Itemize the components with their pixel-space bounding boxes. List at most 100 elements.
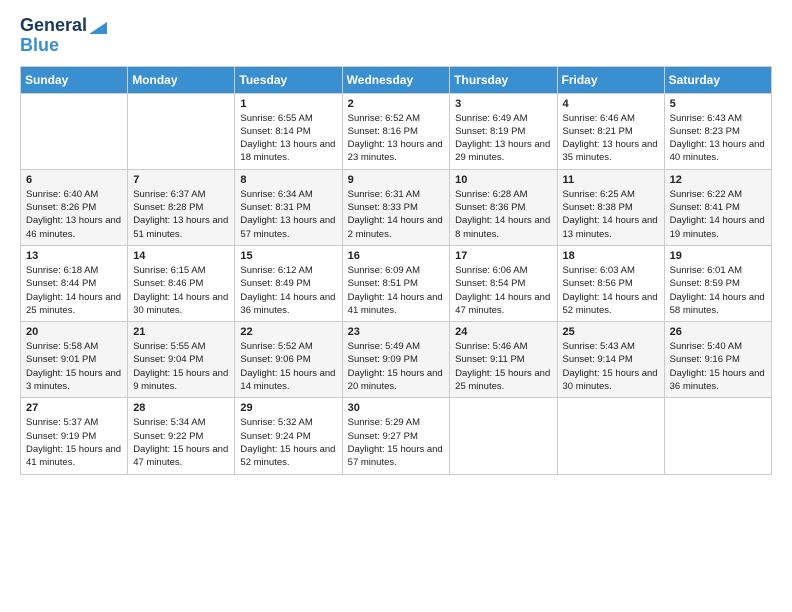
calendar-cell: 3Sunrise: 6:49 AM Sunset: 8:19 PM Daylig… [450,93,557,169]
page: General Blue SundayMondayTuesdayWednesda… [0,0,792,612]
calendar-cell: 18Sunrise: 6:03 AM Sunset: 8:56 PM Dayli… [557,245,664,321]
calendar-cell [450,398,557,474]
calendar-header-row: SundayMondayTuesdayWednesdayThursdayFrid… [21,66,772,93]
day-info: Sunrise: 5:37 AM Sunset: 9:19 PM Dayligh… [26,416,122,469]
calendar-cell: 8Sunrise: 6:34 AM Sunset: 8:31 PM Daylig… [235,169,342,245]
calendar-week-4: 20 Sunrise: 5:58 AM Sunset: 9:01 PM Dayli… [21,322,772,398]
calendar-cell [21,93,128,169]
day-header-tuesday: Tuesday [235,66,342,93]
day-number: 27 [26,402,122,414]
calendar-cell: 1 Sunrise: 6:55 AM Sunset: 8:14 PM Daylig… [235,93,342,169]
day-number: 10 [455,174,551,186]
day-number: 28 [133,402,229,414]
day-number: 17 [455,250,551,262]
day-number: 20 [26,326,122,338]
day-info: Sunrise: 6:49 AM Sunset: 8:19 PM Dayligh… [455,112,551,165]
day-number: 2 [348,98,445,110]
day-number: 6 [26,174,122,186]
day-number: 23 [348,326,445,338]
calendar-cell: 5 Sunrise: 6:43 AM Sunset: 8:23 PM Daylig… [664,93,771,169]
day-info: Sunrise: 5:58 AM Sunset: 9:01 PM Dayligh… [26,340,122,393]
calendar-cell: 25 Sunrise: 5:43 AM Sunset: 9:14 PM Dayli… [557,322,664,398]
day-number: 26 [670,326,766,338]
calendar-cell: 7Sunrise: 6:37 AM Sunset: 8:28 PM Daylig… [128,169,235,245]
day-info: Sunrise: 6:28 AM Sunset: 8:36 PM Dayligh… [455,188,551,241]
day-number: 21 [133,326,229,338]
day-info: Sunrise: 6:09 AM Sunset: 8:51 PM Dayligh… [348,264,445,317]
calendar-cell: 6Sunrise: 6:40 AM Sunset: 8:26 PM Daylig… [21,169,128,245]
calendar-table: SundayMondayTuesdayWednesdayThursdayFrid… [20,66,772,475]
day-number: 14 [133,250,229,262]
calendar-cell [128,93,235,169]
day-number: 9 [348,174,445,186]
day-info: Sunrise: 6:06 AM Sunset: 8:54 PM Dayligh… [455,264,551,317]
calendar-week-5: 27 Sunrise: 5:37 AM Sunset: 9:19 PM Dayli… [21,398,772,474]
day-number: 5 [670,98,766,110]
day-info: Sunrise: 6:15 AM Sunset: 8:46 PM Dayligh… [133,264,229,317]
calendar-cell: 28 Sunrise: 5:34 AM Sunset: 9:22 PM Dayli… [128,398,235,474]
day-info: Sunrise: 5:32 AM Sunset: 9:24 PM Dayligh… [240,416,336,469]
calendar-cell: 22 Sunrise: 5:52 AM Sunset: 9:06 PM Dayli… [235,322,342,398]
calendar-week-2: 6Sunrise: 6:40 AM Sunset: 8:26 PM Daylig… [21,169,772,245]
day-info: Sunrise: 5:29 AM Sunset: 9:27 PM Dayligh… [348,416,445,469]
day-number: 25 [563,326,659,338]
day-number: 24 [455,326,551,338]
calendar-cell: 23 Sunrise: 5:49 AM Sunset: 9:09 PM Dayli… [342,322,450,398]
day-info: Sunrise: 5:46 AM Sunset: 9:11 PM Dayligh… [455,340,551,393]
day-number: 22 [240,326,336,338]
day-info: Sunrise: 6:46 AM Sunset: 8:21 PM Dayligh… [563,112,659,165]
day-number: 15 [240,250,336,262]
day-number: 13 [26,250,122,262]
day-header-saturday: Saturday [664,66,771,93]
calendar-cell: 14 Sunrise: 6:15 AM Sunset: 8:46 PM Dayli… [128,245,235,321]
calendar-cell: 20 Sunrise: 5:58 AM Sunset: 9:01 PM Dayli… [21,322,128,398]
calendar-cell: 9 Sunrise: 6:31 AM Sunset: 8:33 PM Daylig… [342,169,450,245]
calendar-cell [557,398,664,474]
day-info: Sunrise: 5:49 AM Sunset: 9:09 PM Dayligh… [348,340,445,393]
day-number: 7 [133,174,229,186]
day-header-thursday: Thursday [450,66,557,93]
calendar-cell: 12 Sunrise: 6:22 AM Sunset: 8:41 PM Dayli… [664,169,771,245]
day-info: Sunrise: 6:31 AM Sunset: 8:33 PM Dayligh… [348,188,445,241]
calendar-cell: 29 Sunrise: 5:32 AM Sunset: 9:24 PM Dayli… [235,398,342,474]
day-info: Sunrise: 6:01 AM Sunset: 8:59 PM Dayligh… [670,264,766,317]
day-header-monday: Monday [128,66,235,93]
header: General Blue [20,16,772,56]
day-number: 4 [563,98,659,110]
day-info: Sunrise: 6:03 AM Sunset: 8:56 PM Dayligh… [563,264,659,317]
day-info: Sunrise: 6:34 AM Sunset: 8:31 PM Dayligh… [240,188,336,241]
calendar-week-3: 13Sunrise: 6:18 AM Sunset: 8:44 PM Dayli… [21,245,772,321]
logo: General Blue [20,16,107,56]
calendar-cell: 24 Sunrise: 5:46 AM Sunset: 9:11 PM Dayli… [450,322,557,398]
day-number: 12 [670,174,766,186]
calendar-week-1: 1 Sunrise: 6:55 AM Sunset: 8:14 PM Daylig… [21,93,772,169]
day-number: 29 [240,402,336,414]
calendar-cell [664,398,771,474]
day-info: Sunrise: 6:43 AM Sunset: 8:23 PM Dayligh… [670,112,766,165]
day-header-friday: Friday [557,66,664,93]
day-info: Sunrise: 5:40 AM Sunset: 9:16 PM Dayligh… [670,340,766,393]
calendar-cell: 4 Sunrise: 6:46 AM Sunset: 8:21 PM Daylig… [557,93,664,169]
day-info: Sunrise: 6:12 AM Sunset: 8:49 PM Dayligh… [240,264,336,317]
day-info: Sunrise: 5:43 AM Sunset: 9:14 PM Dayligh… [563,340,659,393]
day-header-sunday: Sunday [21,66,128,93]
day-header-wednesday: Wednesday [342,66,450,93]
day-number: 30 [348,402,445,414]
day-info: Sunrise: 5:52 AM Sunset: 9:06 PM Dayligh… [240,340,336,393]
calendar-cell: 26 Sunrise: 5:40 AM Sunset: 9:16 PM Dayli… [664,322,771,398]
day-info: Sunrise: 5:34 AM Sunset: 9:22 PM Dayligh… [133,416,229,469]
day-info: Sunrise: 6:52 AM Sunset: 8:16 PM Dayligh… [348,112,445,165]
calendar-cell: 21Sunrise: 5:55 AM Sunset: 9:04 PM Dayli… [128,322,235,398]
calendar-cell: 27 Sunrise: 5:37 AM Sunset: 9:19 PM Dayli… [21,398,128,474]
day-number: 11 [563,174,659,186]
calendar-cell: 16Sunrise: 6:09 AM Sunset: 8:51 PM Dayli… [342,245,450,321]
day-info: Sunrise: 6:55 AM Sunset: 8:14 PM Dayligh… [240,112,336,165]
calendar-cell: 10 Sunrise: 6:28 AM Sunset: 8:36 PM Dayli… [450,169,557,245]
day-info: Sunrise: 6:22 AM Sunset: 8:41 PM Dayligh… [670,188,766,241]
calendar-cell: 19 Sunrise: 6:01 AM Sunset: 8:59 PM Dayli… [664,245,771,321]
day-info: Sunrise: 6:25 AM Sunset: 8:38 PM Dayligh… [563,188,659,241]
calendar-cell: 2 Sunrise: 6:52 AM Sunset: 8:16 PM Daylig… [342,93,450,169]
day-number: 19 [670,250,766,262]
day-number: 1 [240,98,336,110]
calendar-cell: 30 Sunrise: 5:29 AM Sunset: 9:27 PM Dayli… [342,398,450,474]
